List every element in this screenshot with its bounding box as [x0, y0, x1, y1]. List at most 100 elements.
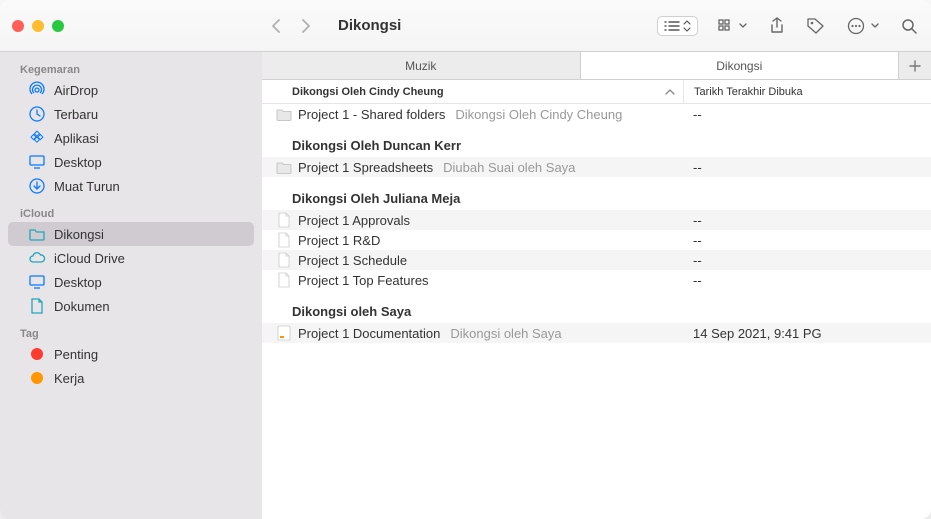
titlebar: Dikongsi	[0, 0, 931, 52]
sidebar-item-label: Desktop	[54, 275, 102, 290]
group-by-button[interactable]	[714, 17, 751, 35]
sidebar-item-airdrop[interactable]: AirDrop	[8, 78, 254, 102]
sidebar: Kegemaran AirDrop Terbaru Aplikasi Desktop Mu…	[0, 52, 262, 519]
main-content: MuzikDikongsi Dikongsi Oleh Cindy Cheung…	[262, 52, 931, 519]
desktop-icon	[28, 153, 46, 171]
sidebar-item-desktop[interactable]: Desktop	[8, 150, 254, 174]
file-name: Project 1 Schedule	[298, 253, 407, 268]
toolbar: Dikongsi	[262, 14, 931, 38]
file-name: Project 1 Spreadsheets	[298, 160, 433, 175]
file-date: --	[683, 253, 931, 268]
file-name: Project 1 R&D	[298, 233, 380, 248]
close-button[interactable]	[12, 20, 24, 32]
file-name: Project 1 Approvals	[298, 213, 410, 228]
share-button[interactable]	[765, 15, 789, 37]
sidebar-item-label: Muat Turun	[54, 179, 120, 194]
sidebar-item-label: Dikongsi	[54, 227, 104, 242]
sidebar-heading: Tag	[0, 324, 262, 342]
apps-icon	[28, 129, 46, 147]
tab-dikongsi[interactable]: Dikongsi	[581, 52, 900, 79]
finder-window: Dikongsi	[0, 0, 931, 519]
back-button[interactable]	[262, 14, 290, 38]
folder-icon	[276, 159, 292, 175]
window-title: Dikongsi	[338, 17, 401, 34]
traffic-lights	[0, 20, 262, 32]
file-row[interactable]: Project 1 R&D --	[262, 230, 931, 250]
column-header-date-label: Tarikh Terakhir Dibuka	[694, 86, 803, 98]
tab-bar: MuzikDikongsi	[262, 52, 931, 80]
download-icon	[28, 177, 46, 195]
sidebar-item-label: Dokumen	[54, 299, 110, 314]
file-name: Project 1 Documentation	[298, 326, 440, 341]
sidebar-item-label: Kerja	[54, 371, 84, 386]
sidebar-item-icloud-drive[interactable]: iCloud Drive	[8, 246, 254, 270]
folder-icon	[276, 106, 292, 122]
search-button[interactable]	[897, 16, 921, 36]
tags-button[interactable]	[803, 16, 829, 36]
chevron-updown-icon	[683, 20, 691, 32]
file-date: 14 Sep 2021, 9:41 PG	[683, 326, 931, 341]
file-name: Project 1 Top Features	[298, 273, 429, 288]
file-row[interactable]: Project 1 Schedule --	[262, 250, 931, 270]
sidebar-item-terbaru[interactable]: Terbaru	[8, 102, 254, 126]
file-subtitle: Dikongsi Oleh Cindy Cheung	[455, 107, 622, 122]
group-header: Dikongsi Oleh Duncan Kerr	[262, 124, 931, 157]
file-row[interactable]: Project 1 - Shared folders Dikongsi Oleh …	[262, 104, 931, 124]
sidebar-item-muat-turun[interactable]: Muat Turun	[8, 174, 254, 198]
desktop-icon	[28, 273, 46, 291]
shared-folder-icon	[28, 225, 46, 243]
sidebar-item-aplikasi[interactable]: Aplikasi	[8, 126, 254, 150]
sidebar-item-label: Terbaru	[54, 107, 98, 122]
chevron-down-icon	[871, 23, 879, 29]
chevron-down-icon	[739, 23, 747, 29]
sidebar-item-label: Penting	[54, 347, 98, 362]
clock-icon	[28, 105, 46, 123]
sidebar-item-label: Desktop	[54, 155, 102, 170]
sidebar-heading: Kegemaran	[0, 60, 262, 78]
file-row[interactable]: Project 1 Spreadsheets Diubah Suai oleh S…	[262, 157, 931, 177]
sidebar-item-label: AirDrop	[54, 83, 98, 98]
doc-icon	[276, 252, 292, 268]
file-subtitle: Diubah Suai oleh Saya	[443, 160, 575, 175]
minimize-button[interactable]	[32, 20, 44, 32]
tag-icon	[28, 345, 46, 363]
column-header-name[interactable]: Dikongsi Oleh Cindy Cheung	[262, 86, 683, 98]
sidebar-item-dikongsi[interactable]: Dikongsi	[8, 222, 254, 246]
sidebar-item-label: Aplikasi	[54, 131, 99, 146]
sidebar-item-penting[interactable]: Penting	[8, 342, 254, 366]
tab-muzik[interactable]: Muzik	[262, 52, 581, 79]
sidebar-item-desktop[interactable]: Desktop	[8, 270, 254, 294]
zoom-button[interactable]	[52, 20, 64, 32]
group-header: Dikongsi Oleh Juliana Meja	[262, 177, 931, 210]
view-list-button[interactable]	[657, 16, 698, 36]
forward-button[interactable]	[292, 14, 320, 38]
file-date: --	[683, 160, 931, 175]
group-header: Dikongsi oleh Saya	[262, 290, 931, 323]
column-header-name-label: Dikongsi Oleh Cindy Cheung	[292, 86, 444, 98]
tag-icon	[28, 369, 46, 387]
file-date: --	[683, 107, 931, 122]
doc-icon	[276, 212, 292, 228]
sidebar-heading: iCloud	[0, 204, 262, 222]
column-header-date[interactable]: Tarikh Terakhir Dibuka	[683, 80, 931, 103]
pages-icon	[276, 325, 292, 341]
doc-icon	[276, 232, 292, 248]
file-row[interactable]: Project 1 Documentation Dikongsi oleh Say…	[262, 323, 931, 343]
file-name: Project 1 - Shared folders	[298, 107, 445, 122]
sidebar-item-label: iCloud Drive	[54, 251, 125, 266]
file-date: --	[683, 273, 931, 288]
cloud-icon	[28, 249, 46, 267]
sidebar-item-dokumen[interactable]: Dokumen	[8, 294, 254, 318]
file-row[interactable]: Project 1 Top Features --	[262, 270, 931, 290]
file-subtitle: Dikongsi oleh Saya	[450, 326, 561, 341]
file-list: Project 1 - Shared folders Dikongsi Oleh …	[262, 104, 931, 519]
sidebar-item-kerja[interactable]: Kerja	[8, 366, 254, 390]
airdrop-icon	[28, 81, 46, 99]
sort-indicator-icon	[665, 89, 675, 95]
action-menu-button[interactable]	[843, 15, 883, 37]
doc-icon	[276, 272, 292, 288]
file-date: --	[683, 213, 931, 228]
new-tab-button[interactable]	[899, 52, 931, 79]
file-date: --	[683, 233, 931, 248]
file-row[interactable]: Project 1 Approvals --	[262, 210, 931, 230]
